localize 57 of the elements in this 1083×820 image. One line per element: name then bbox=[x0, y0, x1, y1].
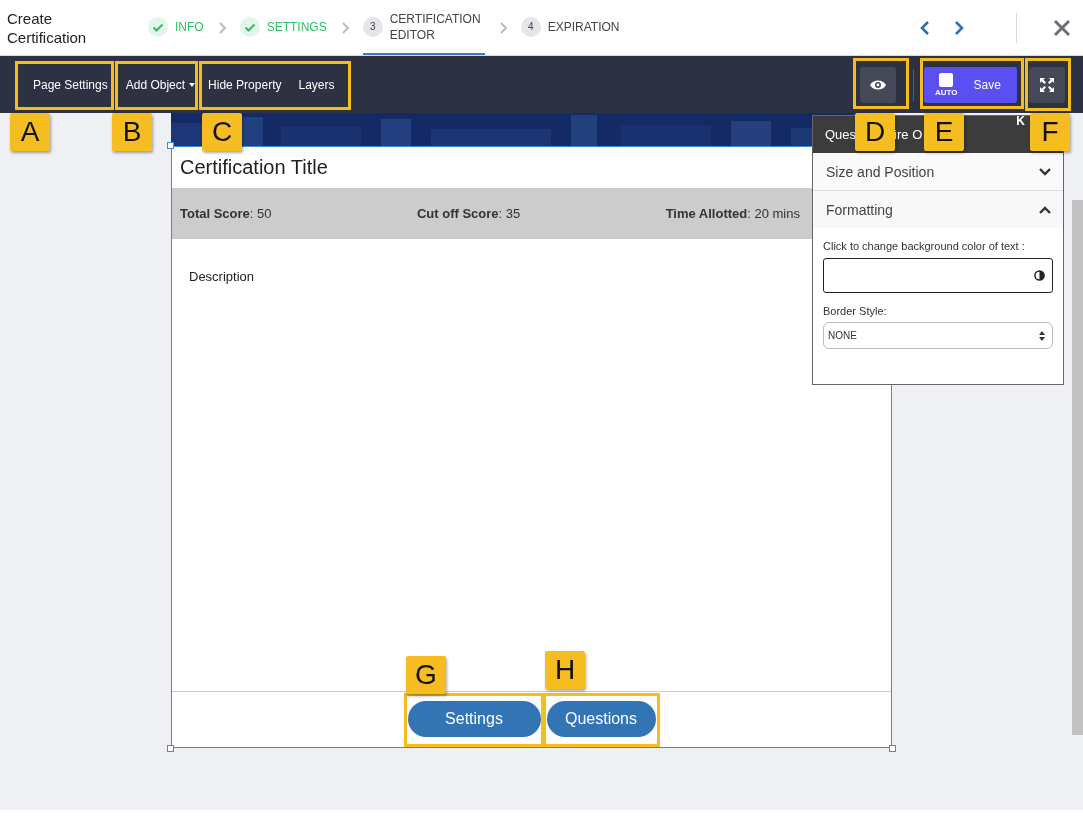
callout-label: F bbox=[1030, 113, 1070, 151]
field-label: Border Style: bbox=[823, 305, 888, 317]
resize-handle[interactable] bbox=[167, 142, 174, 149]
check-icon bbox=[239, 16, 260, 37]
step-label: INFO bbox=[175, 18, 204, 35]
step-label: CERTIFICATION EDITOR bbox=[389, 10, 482, 43]
toolbar-menu-item[interactable]: Hide Property bbox=[208, 73, 282, 96]
chevron-right-icon bbox=[497, 21, 508, 34]
toolbar-menu-item[interactable]: Layers bbox=[298, 73, 335, 96]
sort-arrows-icon bbox=[1039, 330, 1045, 341]
toolbar-menu-item[interactable]: Add Object bbox=[125, 73, 196, 96]
score-info: Time Allotted: 20 mins bbox=[665, 206, 800, 221]
callout-label: A bbox=[10, 113, 50, 151]
accordion-header[interactable]: Formatting bbox=[813, 191, 1063, 228]
panel-title: ire O bbox=[894, 127, 923, 142]
callout-label: H bbox=[545, 651, 585, 689]
resize-handle[interactable] bbox=[889, 745, 896, 752]
caret-icon bbox=[189, 82, 196, 87]
close-icon[interactable] bbox=[1053, 18, 1071, 37]
callout-label: G bbox=[406, 656, 446, 694]
step-label: EXPIRATION bbox=[547, 18, 620, 35]
chevron-right-icon bbox=[216, 21, 227, 34]
save-button[interactable]: AUTO Save bbox=[924, 66, 1017, 103]
check-icon bbox=[148, 16, 168, 37]
scrollbar[interactable] bbox=[1072, 200, 1083, 735]
expand-icon bbox=[1039, 76, 1055, 93]
chevron-left-icon[interactable] bbox=[918, 19, 932, 36]
resize-handle[interactable] bbox=[167, 745, 174, 752]
panel-title: Ques bbox=[825, 127, 857, 142]
page-title: Create Certification bbox=[6, 8, 88, 47]
eye-icon bbox=[869, 78, 887, 91]
description-text: Description bbox=[189, 269, 255, 284]
contrast-icon bbox=[1034, 270, 1045, 281]
pill-button[interactable]: Settings bbox=[407, 701, 541, 737]
score-info: Cut off Score: 35 bbox=[416, 206, 521, 221]
step-label: SETTINGS bbox=[266, 18, 327, 35]
step-tab[interactable]: 4 EXPIRATION bbox=[520, 0, 620, 55]
color-field[interactable] bbox=[823, 258, 1053, 293]
chevron-right-icon[interactable] bbox=[952, 19, 966, 36]
chevron-right-icon bbox=[339, 21, 350, 34]
field-label: Click to change background color of text : bbox=[823, 240, 1026, 252]
callout-label: C bbox=[202, 113, 242, 151]
fullscreen-button[interactable] bbox=[1029, 66, 1065, 103]
highlight-frame bbox=[853, 58, 909, 109]
pill-button[interactable]: Questions bbox=[546, 701, 656, 737]
step-number: 4 bbox=[520, 16, 541, 37]
callout-label: B bbox=[112, 113, 152, 151]
certification-title: Certification Title bbox=[180, 156, 328, 178]
accordion-header[interactable]: Size and Position bbox=[813, 153, 1063, 191]
callout-label: E bbox=[924, 113, 964, 151]
toolbar-menu-item[interactable]: Page Settings bbox=[33, 73, 108, 96]
border-style-select[interactable]: NONE bbox=[823, 322, 1053, 349]
panel-title: K bbox=[1016, 114, 1025, 128]
score-info: Total Score: 50 bbox=[180, 206, 272, 221]
callout-label: D bbox=[855, 113, 895, 151]
preview-button[interactable] bbox=[860, 66, 896, 103]
step-number: 3 bbox=[362, 16, 383, 37]
